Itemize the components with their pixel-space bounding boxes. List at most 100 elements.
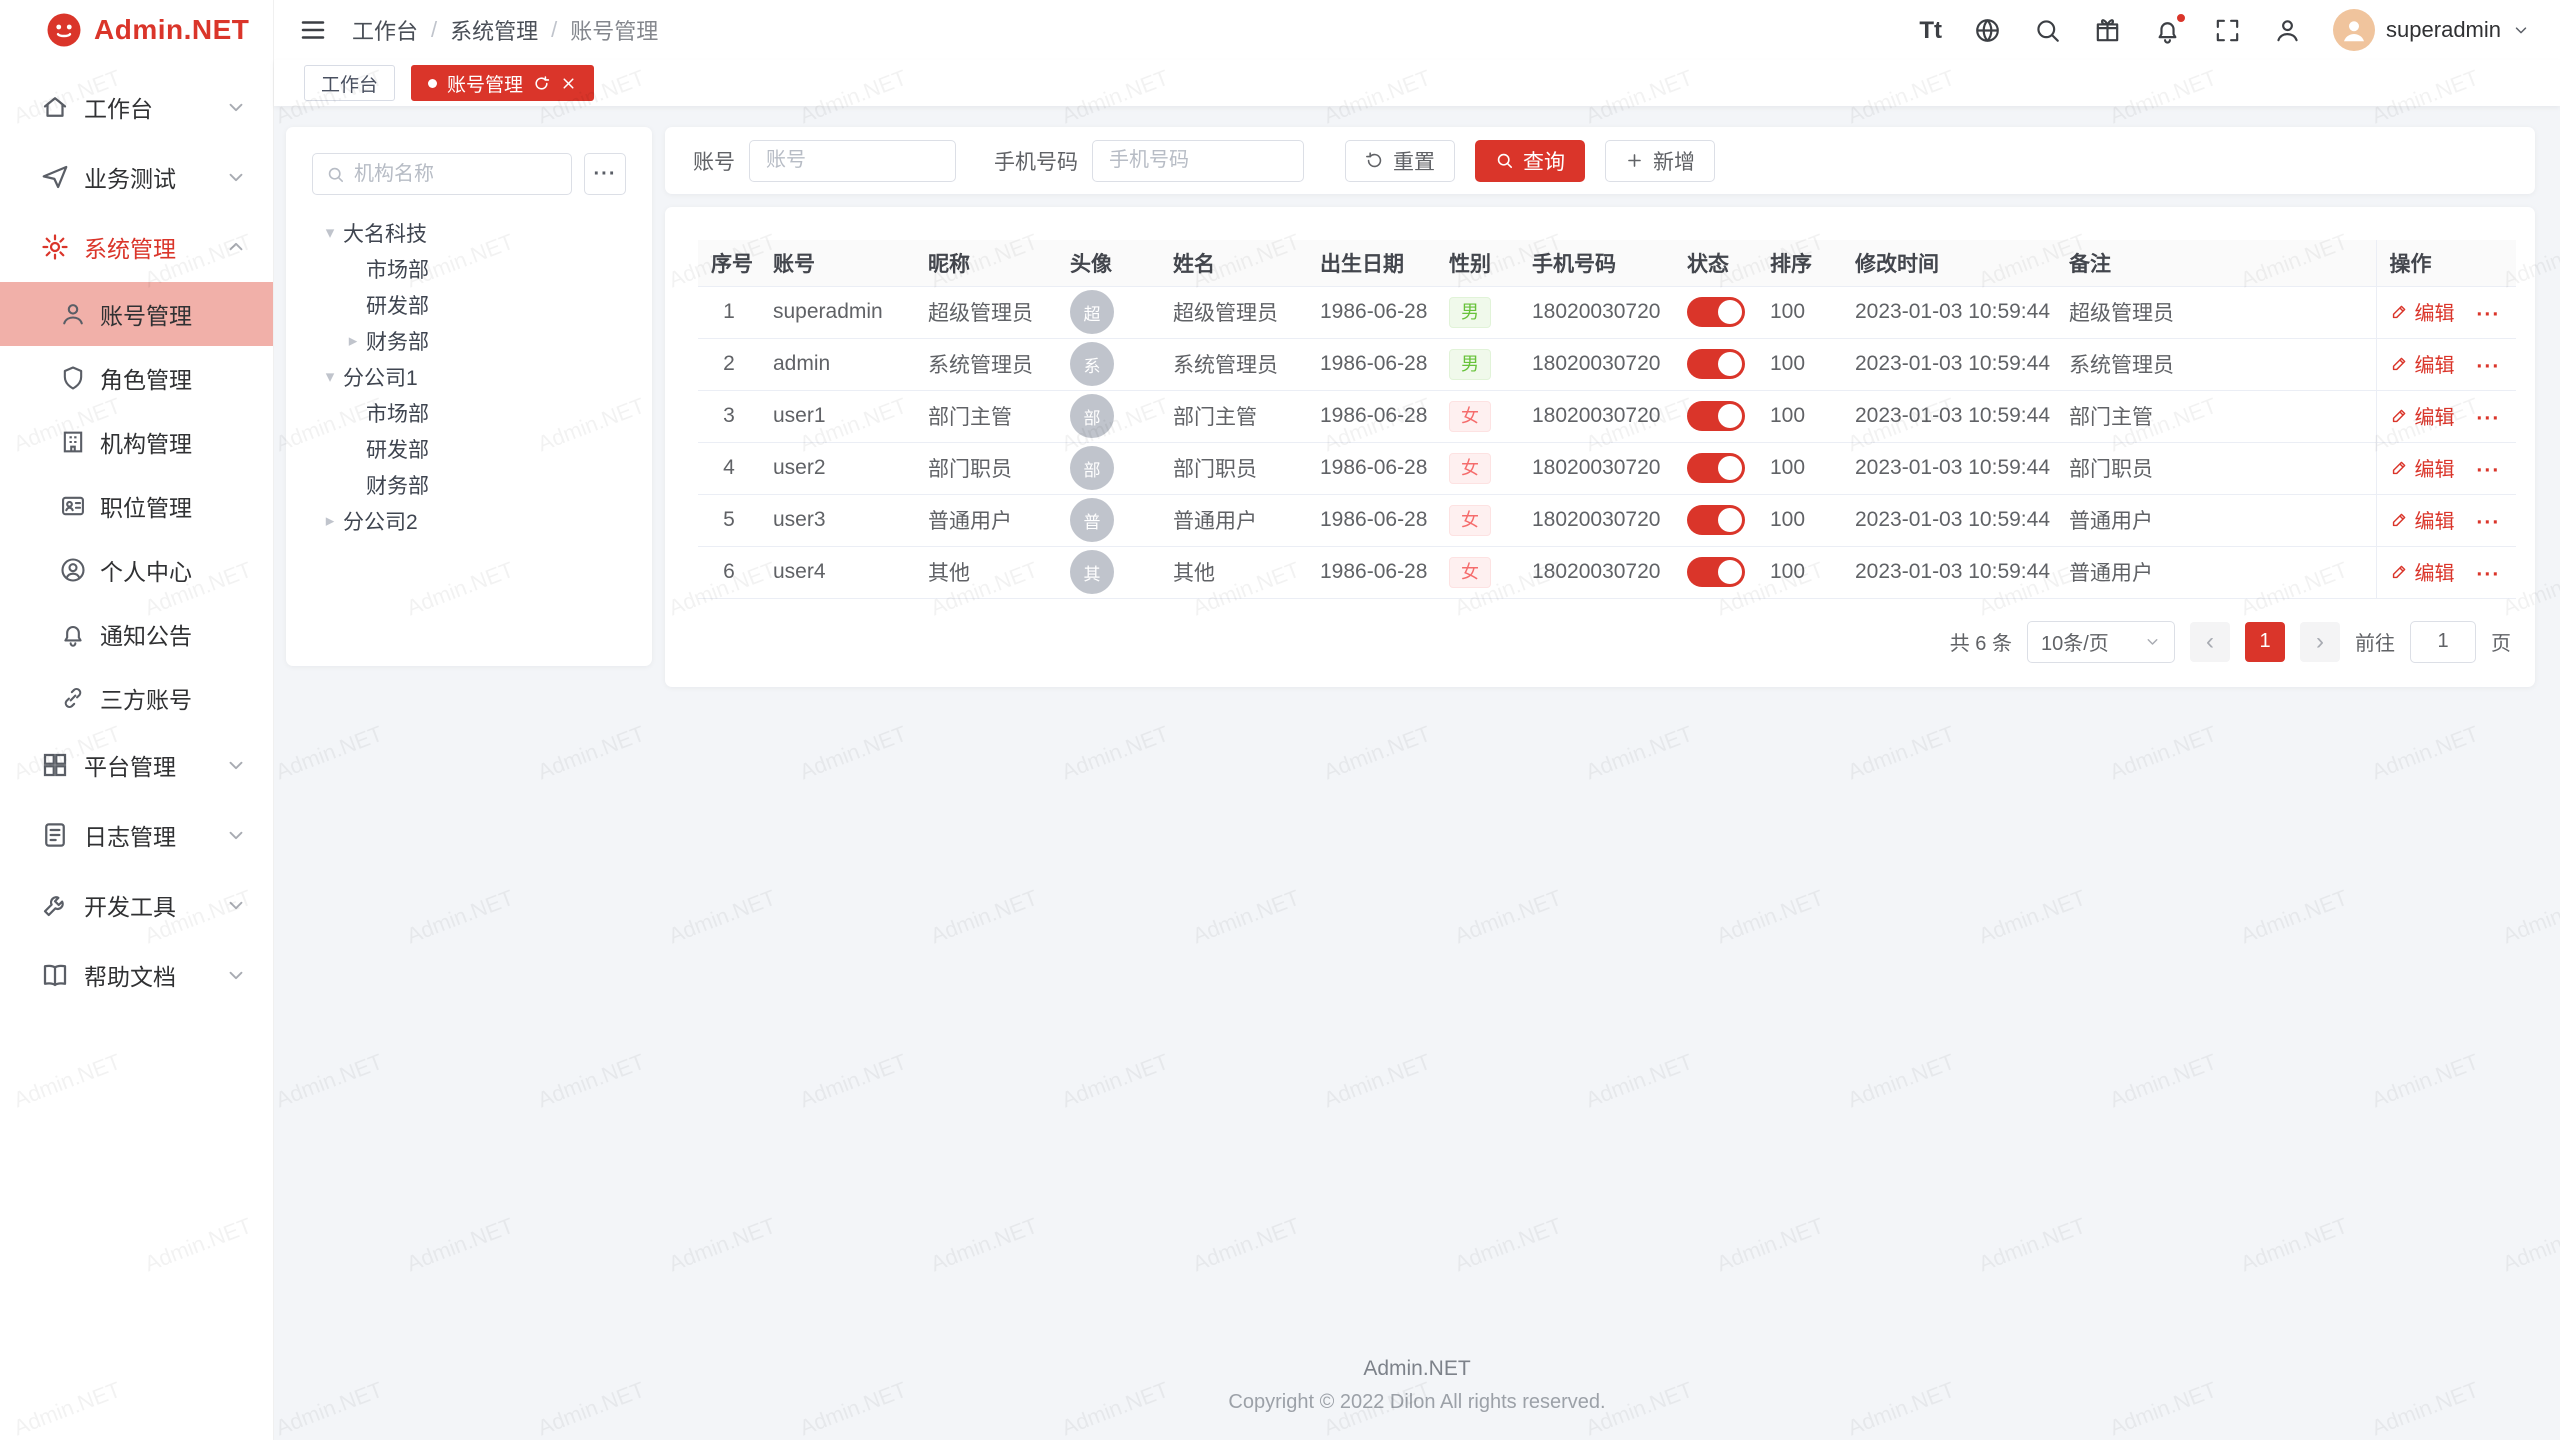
phone-input[interactable] <box>1092 140 1304 182</box>
sidebar-item-notice[interactable]: 通知公告 <box>0 602 273 666</box>
tab-workbench[interactable]: 工作台 <box>304 65 395 101</box>
tree-node[interactable]: ▾ 分公司1 <box>312 359 626 395</box>
edit-button[interactable]: 编辑 <box>2390 349 2455 378</box>
tree-node[interactable]: 市场部 <box>312 251 626 287</box>
tree-caret-icon[interactable]: ▾ <box>317 223 343 243</box>
cell-nickname: 超级管理员 <box>915 286 1057 338</box>
table-row: 1 superadmin 超级管理员 超 超级管理员 1986-06-28 男 … <box>698 286 2516 338</box>
language-icon[interactable] <box>1973 16 2002 45</box>
sidebar-item-platform[interactable]: 平台管理 <box>0 730 273 800</box>
next-page-button[interactable]: › <box>2300 622 2340 662</box>
tree-node[interactable]: ▸ 财务部 <box>312 323 626 359</box>
theme-icon[interactable] <box>2093 16 2122 45</box>
more-actions-button[interactable]: ··· <box>2476 563 2500 586</box>
query-form: 账号 手机号码 重置 查询 <box>665 127 2535 194</box>
tree-node[interactable]: 财务部 <box>312 467 626 503</box>
pencil-icon <box>2390 354 2409 373</box>
col-sort: 排序 <box>1757 240 1842 286</box>
user-menu[interactable]: superadmin <box>2333 9 2530 51</box>
cell-remark: 普通用户 <box>2056 546 2376 598</box>
toggle-knob <box>1718 300 1742 324</box>
tree-caret-icon[interactable]: ▸ <box>317 511 343 531</box>
hamburger-menu-icon[interactable] <box>298 15 328 45</box>
tree-node[interactable]: 研发部 <box>312 287 626 323</box>
search-button[interactable]: 查询 <box>1475 140 1585 182</box>
pencil-icon <box>2390 458 2409 477</box>
sex-badge: 女 <box>1449 453 1491 484</box>
active-tab-dot <box>428 79 437 88</box>
col-nickname: 昵称 <box>915 240 1057 286</box>
tree-node[interactable]: 研发部 <box>312 431 626 467</box>
font-size-icon[interactable]: Tt <box>1919 16 1942 45</box>
cell-actions: 编辑 ··· <box>2376 338 2516 390</box>
sidebar-item-position-mgmt[interactable]: 职位管理 <box>0 474 273 538</box>
cell-actions: 编辑 ··· <box>2376 286 2516 338</box>
status-toggle[interactable] <box>1687 505 1745 535</box>
edit-button[interactable]: 编辑 <box>2390 401 2455 430</box>
sidebar-item-third-account[interactable]: 三方账号 <box>0 666 273 730</box>
tree-node-label: 财务部 <box>366 470 429 500</box>
status-toggle[interactable] <box>1687 557 1745 587</box>
refresh-icon[interactable] <box>533 75 550 92</box>
breadcrumb-item[interactable]: 工作台 <box>352 14 418 46</box>
cell-phone: 18020030720 <box>1519 546 1674 598</box>
sidebar-item-help-docs[interactable]: 帮助文档 <box>0 940 273 1010</box>
cell-index: 5 <box>698 494 760 546</box>
sidebar-item-label: 系统管理 <box>84 230 225 264</box>
tree-node-label: 大名科技 <box>343 218 427 248</box>
notification-icon[interactable] <box>2153 16 2182 45</box>
goto-page-input[interactable] <box>2410 621 2476 663</box>
org-tree: ▾ 大名科技 市场部 研发部 <box>312 215 626 539</box>
status-toggle[interactable] <box>1687 349 1745 379</box>
status-toggle[interactable] <box>1687 297 1745 327</box>
add-button[interactable]: 新增 <box>1605 140 1715 182</box>
col-phone: 手机号码 <box>1519 240 1674 286</box>
cell-avatar: 系 <box>1057 338 1160 390</box>
sidebar-item-system[interactable]: 系统管理 <box>0 212 273 282</box>
tree-caret-icon[interactable]: ▾ <box>317 367 343 387</box>
cell-status <box>1674 442 1757 494</box>
status-toggle[interactable] <box>1687 453 1745 483</box>
more-actions-button[interactable]: ··· <box>2476 511 2500 534</box>
sidebar-item-dev-tools[interactable]: 开发工具 <box>0 870 273 940</box>
edit-button[interactable]: 编辑 <box>2390 297 2455 326</box>
edit-button[interactable]: 编辑 <box>2390 505 2455 534</box>
fullscreen-icon[interactable] <box>2213 16 2242 45</box>
cell-status <box>1674 338 1757 390</box>
sidebar-item-business-test[interactable]: 业务测试 <box>0 142 273 212</box>
status-toggle[interactable] <box>1687 401 1745 431</box>
more-actions-button[interactable]: ··· <box>2476 303 2500 326</box>
sex-badge: 男 <box>1449 349 1491 380</box>
cell-avatar: 部 <box>1057 442 1160 494</box>
more-actions-button[interactable]: ··· <box>2476 355 2500 378</box>
account-input[interactable] <box>749 140 956 182</box>
sidebar-item-role-mgmt[interactable]: 角色管理 <box>0 346 273 410</box>
tree-node[interactable]: 市场部 <box>312 395 626 431</box>
breadcrumb-item-current: 账号管理 <box>570 14 658 46</box>
tab-account-mgmt[interactable]: 账号管理 <box>411 65 594 101</box>
search-icon[interactable] <box>2033 16 2062 45</box>
more-actions-button[interactable]: ··· <box>2476 407 2500 430</box>
sidebar-item-org-mgmt[interactable]: 机构管理 <box>0 410 273 474</box>
sidebar-item-profile-center[interactable]: 个人中心 <box>0 538 273 602</box>
edit-button[interactable]: 编辑 <box>2390 453 2455 482</box>
reset-button[interactable]: 重置 <box>1345 140 1455 182</box>
page-size-select[interactable]: 10条/页 <box>2027 621 2175 663</box>
sidebar-item-account-mgmt[interactable]: 账号管理 <box>0 282 273 346</box>
more-actions-button[interactable]: ··· <box>2476 459 2500 482</box>
breadcrumb-item[interactable]: 系统管理 <box>450 14 538 46</box>
org-search-input[interactable] <box>354 163 558 186</box>
prev-page-button[interactable]: ‹ <box>2190 622 2230 662</box>
edit-button[interactable]: 编辑 <box>2390 557 2455 586</box>
brand[interactable]: Admin.NET <box>0 0 273 60</box>
tree-node[interactable]: ▾ 大名科技 <box>312 215 626 251</box>
brand-logo-icon <box>46 12 82 48</box>
page-1-button[interactable]: 1 <box>2245 622 2285 662</box>
sidebar-item-workbench[interactable]: 工作台 <box>0 72 273 142</box>
close-icon[interactable] <box>560 75 577 92</box>
sidebar-item-logs[interactable]: 日志管理 <box>0 800 273 870</box>
tree-node[interactable]: ▸ 分公司2 <box>312 503 626 539</box>
tree-caret-icon[interactable]: ▸ <box>340 331 366 351</box>
org-more-button[interactable]: ··· <box>584 153 626 195</box>
lock-screen-icon[interactable] <box>2273 16 2302 45</box>
